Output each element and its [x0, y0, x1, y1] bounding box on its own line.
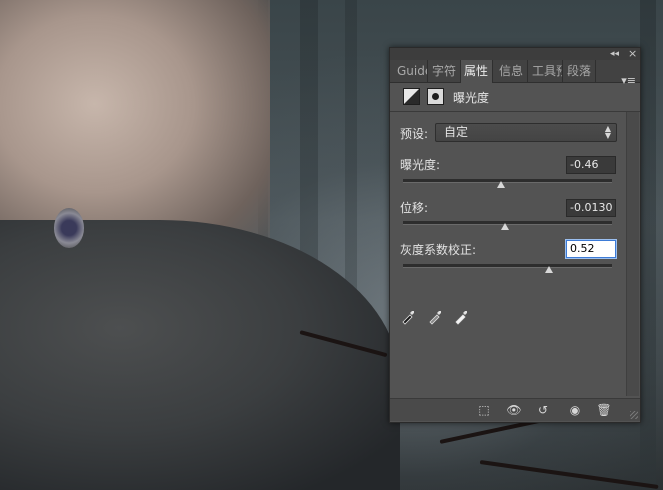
properties-panel: ◂◂ × Guide 字符 属性 信息 工具预 段落 ▾≡ 曝光度 预设: 自定… [389, 47, 641, 423]
tab-properties[interactable]: 属性 [461, 60, 493, 83]
figure-dress [0, 220, 400, 490]
offset-label: 位移: [400, 201, 429, 215]
exposure-value-field[interactable]: -0.46 [566, 156, 616, 174]
tab-tool-presets[interactable]: 工具预 [529, 60, 563, 82]
preset-label: 预设: [400, 127, 429, 141]
adjustment-header: 曝光度 [390, 83, 640, 112]
tree-branch [479, 460, 659, 490]
gamma-slider-track[interactable] [403, 264, 612, 273]
pendant [54, 208, 84, 248]
exposure-slider-track[interactable] [403, 179, 612, 188]
panel-tabs: Guide 字符 属性 信息 工具预 段落 ▾≡ [390, 60, 640, 87]
tab-paragraph[interactable]: 段落 [564, 60, 596, 82]
panel-scrollbar[interactable] [626, 112, 639, 396]
exposure-adjustment-icon[interactable] [403, 88, 420, 105]
exposure-slider-thumb[interactable] [497, 181, 506, 188]
clip-to-layer-button[interactable]: ⬚ [473, 402, 495, 418]
gamma-label: 灰度系数校正: [400, 243, 477, 257]
select-updown-icon: ▲ ▼ [604, 124, 611, 140]
offset-value-field[interactable]: -0.0130 [566, 199, 616, 217]
tab-info[interactable]: 信息 [496, 60, 528, 82]
gamma-value-field[interactable]: 0.52 [566, 240, 616, 258]
delete-button[interactable]: 🗑 [593, 402, 615, 418]
panel-footer: ⬚ 👁 ↺ ◉ 🗑 [390, 398, 640, 421]
view-previous-state-button[interactable]: 👁 [503, 402, 525, 418]
white-point-eyedropper-icon[interactable] [453, 307, 471, 325]
resize-grip[interactable] [630, 411, 638, 419]
exposure-label: 曝光度: [400, 158, 441, 172]
offset-slider-thumb[interactable] [501, 223, 510, 230]
black-point-eyedropper-icon[interactable] [400, 307, 418, 325]
adjustment-title: 曝光度 [453, 91, 490, 105]
gamma-slider-thumb[interactable] [545, 266, 554, 273]
mask-dot [432, 93, 439, 100]
preset-value: 自定 [444, 125, 469, 139]
background-tree [345, 0, 357, 300]
close-panel-button[interactable]: × [628, 48, 637, 60]
layer-mask-icon[interactable] [427, 88, 444, 105]
gray-point-eyedropper-icon[interactable] [427, 307, 445, 325]
tab-character[interactable]: 字符 [429, 60, 461, 82]
toggle-visibility-button[interactable]: ◉ [564, 402, 586, 418]
collapse-panel-button[interactable]: ◂◂ [610, 48, 619, 60]
tab-guide[interactable]: Guide [394, 60, 428, 82]
background-tree [640, 0, 656, 490]
preset-select[interactable]: 自定 ▲ ▼ [435, 123, 617, 142]
panel-title-bar[interactable]: ◂◂ × [390, 48, 640, 60]
offset-slider-track[interactable] [403, 221, 612, 230]
reset-button[interactable]: ↺ [532, 402, 554, 418]
